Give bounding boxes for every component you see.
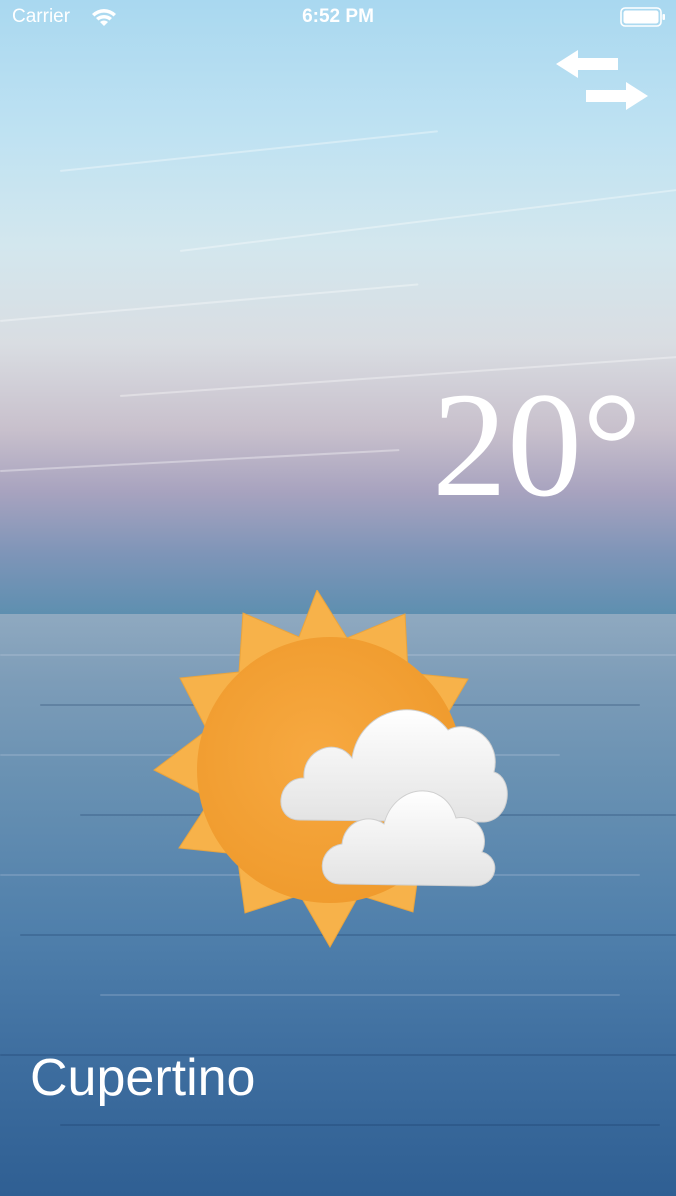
city-label: Cupertino [30,1049,256,1107]
sky-streak [59,130,439,172]
wave [60,1124,660,1126]
swap-arrows-icon [556,50,648,110]
wave [100,994,620,996]
sky-streak [0,283,419,322]
sun-behind-clouds-icon [153,590,508,949]
temperature-label: 20° [432,362,642,528]
battery-full-icon [620,7,665,27]
sky-streak [0,449,400,472]
swap-button[interactable] [554,46,650,114]
sky-streak [179,189,676,252]
weather-screen: Carrier 6:52 PM 20° Cupertino [0,0,676,1196]
status-time: 6:52 PM [302,6,374,27]
status-bar: Carrier 6:52 PM [0,0,676,34]
